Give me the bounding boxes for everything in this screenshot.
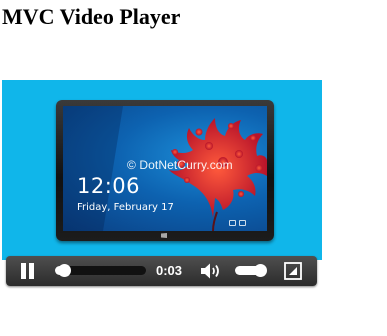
player-control-bar: 0:03 bbox=[6, 256, 317, 286]
lock-screen-time: 12:06 bbox=[77, 174, 141, 198]
progress-handle[interactable] bbox=[58, 264, 71, 277]
fullscreen-button[interactable] bbox=[284, 262, 302, 280]
volume-handle[interactable] bbox=[254, 264, 267, 277]
speaker-icon bbox=[201, 263, 219, 279]
fullscreen-icon bbox=[284, 262, 302, 280]
pause-icon-bar-left bbox=[21, 263, 26, 279]
video-frame[interactable]: © DotNetCurry.com 12:06 Friday, February… bbox=[2, 80, 322, 260]
progress-bar[interactable] bbox=[55, 264, 146, 277]
pause-icon-bar-right bbox=[29, 263, 34, 279]
windows-logo-icon bbox=[161, 233, 167, 238]
network-icon bbox=[229, 220, 236, 226]
lock-screen-date: Friday, February 17 bbox=[77, 202, 174, 213]
current-time: 0:03 bbox=[156, 263, 183, 278]
poster-watermark: © DotNetCurry.com bbox=[127, 158, 233, 172]
video-player[interactable]: © DotNetCurry.com 12:06 Friday, February… bbox=[2, 80, 322, 286]
volume-slider[interactable] bbox=[235, 264, 267, 277]
poster-tablet-image: © DotNetCurry.com 12:06 Friday, February… bbox=[56, 100, 274, 241]
pause-button[interactable] bbox=[20, 263, 36, 279]
page-title: MVC Video Player bbox=[2, 4, 181, 29]
poster-screen: © DotNetCurry.com 12:06 Friday, February… bbox=[63, 106, 267, 231]
mute-button[interactable] bbox=[199, 262, 223, 280]
battery-icon bbox=[239, 220, 246, 226]
